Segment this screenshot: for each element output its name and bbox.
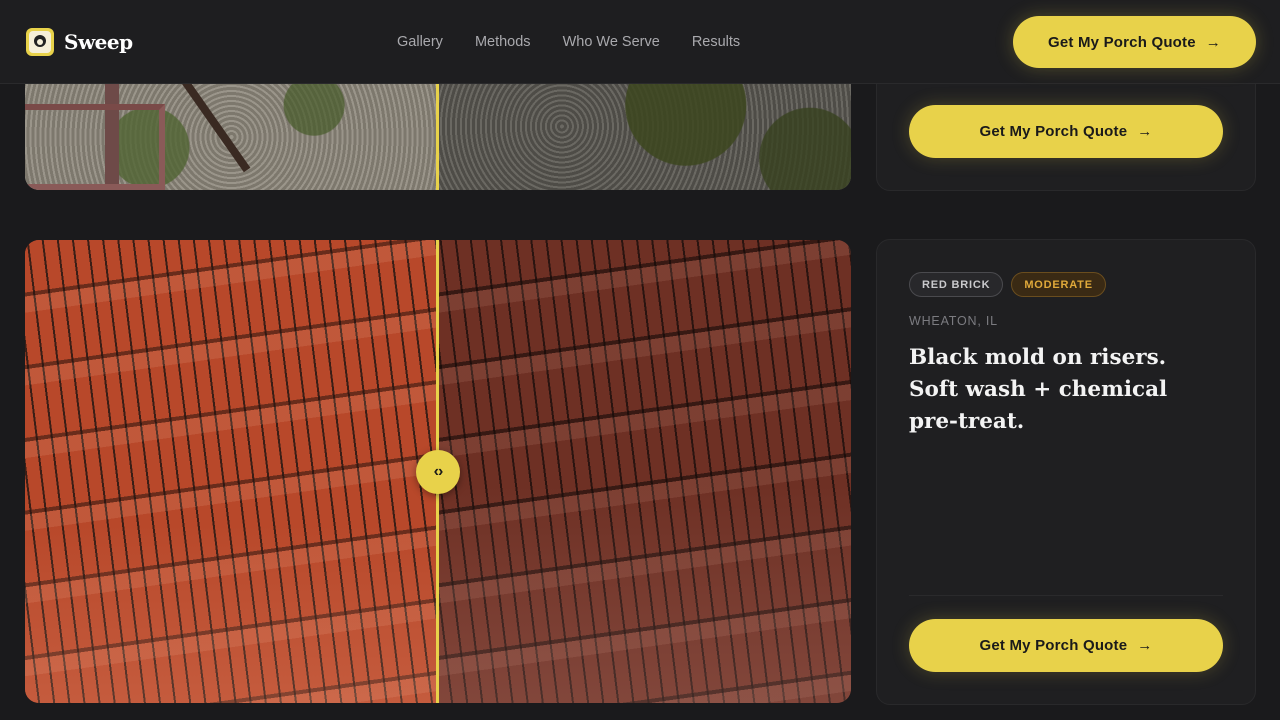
before-after-slider-top[interactable] bbox=[25, 84, 851, 190]
code-chevrons-icon: ‹› bbox=[433, 463, 444, 480]
severity-tag: MODERATE bbox=[1011, 272, 1106, 297]
site-header: Sweep Gallery Methods Who We Serve Resul… bbox=[0, 0, 1280, 84]
before-image bbox=[25, 240, 438, 703]
header-quote-button[interactable]: Get My Porch Quote → bbox=[1013, 16, 1256, 68]
arrow-right-icon: → bbox=[1205, 33, 1221, 51]
arrow-right-icon: → bbox=[1137, 637, 1153, 654]
project-quote-button[interactable]: Get My Porch Quote → bbox=[909, 619, 1223, 672]
project-card: RED BRICK MODERATE WHEATON, IL Black mol… bbox=[876, 239, 1256, 705]
before-image-top bbox=[25, 84, 438, 190]
slider-handle[interactable]: ‹› bbox=[416, 450, 460, 494]
brand-name: Sweep bbox=[64, 30, 133, 54]
after-image-top bbox=[438, 84, 851, 190]
nav-results[interactable]: Results bbox=[692, 34, 740, 50]
material-tag: RED BRICK bbox=[909, 272, 1004, 297]
nav-methods[interactable]: Methods bbox=[475, 34, 531, 50]
project-tags: RED BRICK MODERATE bbox=[909, 272, 1106, 297]
main-nav: Gallery Methods Who We Serve Results bbox=[397, 34, 740, 50]
arrow-right-icon: → bbox=[1137, 123, 1153, 140]
card-divider bbox=[909, 595, 1223, 596]
brand-logo[interactable]: Sweep bbox=[26, 28, 133, 56]
nav-who-we-serve[interactable]: Who We Serve bbox=[563, 34, 660, 50]
quote-button-label: Get My Porch Quote bbox=[979, 123, 1128, 140]
before-after-slider[interactable]: ‹› bbox=[25, 240, 851, 703]
project-location: WHEATON, IL bbox=[909, 314, 998, 328]
header-quote-label: Get My Porch Quote bbox=[1048, 33, 1196, 51]
project-description: Black mold on risers. Soft wash + chemic… bbox=[909, 345, 1168, 434]
nav-gallery[interactable]: Gallery bbox=[397, 34, 443, 50]
logo-icon bbox=[26, 28, 54, 56]
project-quote-button-top[interactable]: Get My Porch Quote → bbox=[909, 105, 1223, 158]
quote-button-label: Get My Porch Quote bbox=[979, 637, 1128, 654]
slider-divider-top[interactable] bbox=[436, 84, 439, 190]
after-image bbox=[438, 240, 851, 703]
